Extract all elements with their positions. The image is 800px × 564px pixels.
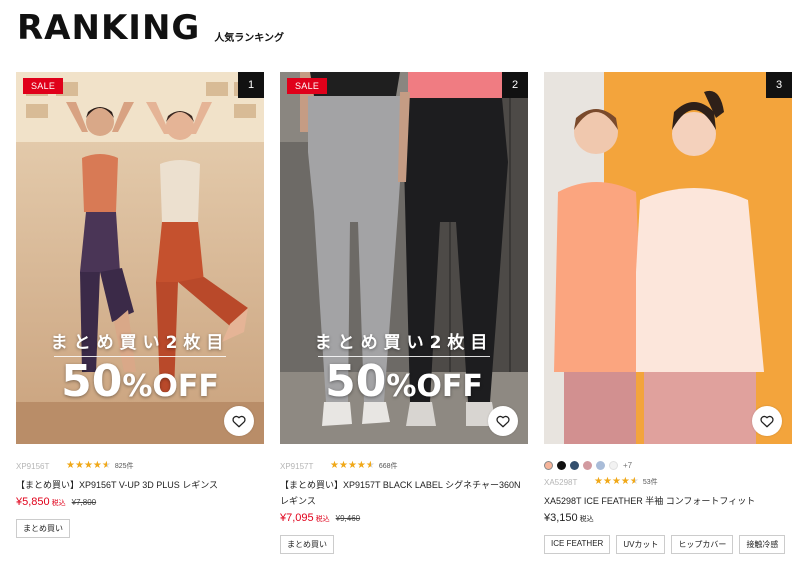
review-count: 668件 <box>378 463 398 470</box>
product-meta: XP9157T ★ ★ ★ ★ ★ 668件 <box>280 460 528 472</box>
product-code: XA5298T <box>544 477 578 487</box>
star-icon: ★ <box>347 460 357 471</box>
sale-price: ¥7,095 <box>280 512 314 524</box>
tag-item[interactable]: 接触冷感 <box>739 535 786 554</box>
color-swatch[interactable] <box>557 460 566 470</box>
promo-line: まとめ買い2枚目 <box>50 333 230 353</box>
product-meta: XP9156T ★ ★ ★ ★ ★ 825件 <box>16 460 264 472</box>
promo-overlay: まとめ買い2枚目 50%OFF <box>16 328 264 412</box>
star-icon: ★ <box>620 476 630 487</box>
promo-discount: 50%OFF <box>280 360 528 412</box>
tag-list: まとめ買い <box>16 519 264 538</box>
promo-off: OFF <box>416 369 483 404</box>
rank-badge: 3 <box>766 72 792 98</box>
promo-off: OFF <box>152 369 219 404</box>
color-swatch[interactable] <box>583 460 592 470</box>
color-swatch[interactable] <box>544 460 553 470</box>
product-name[interactable]: 【まとめ買い】XP9156T V-UP 3D PLUS レギンス <box>16 477 264 493</box>
price-row: ¥5,850 税込 ¥7,800 <box>16 496 264 508</box>
sale-badge: SALE <box>23 78 64 94</box>
rating-stars: ★ ★ ★ ★ ★ <box>66 461 111 471</box>
product-code: XP9156T <box>16 461 50 471</box>
rank-badge: 1 <box>238 72 264 98</box>
star-icon: ★ <box>330 460 339 471</box>
wishlist-button[interactable] <box>488 406 518 436</box>
star-half-icon: ★ <box>629 476 639 487</box>
review-count: 53件 <box>642 479 658 486</box>
tag-item[interactable]: ヒップカバー <box>671 535 734 554</box>
heart-outline-icon <box>496 415 510 427</box>
product-image-1[interactable]: SALE 1 まとめ買い2枚目 50%OFF <box>16 72 264 444</box>
product-name[interactable]: XA5298T ICE FEATHER 半袖 コンフォートフィット <box>544 493 792 509</box>
tag-item[interactable]: UVカット <box>616 535 666 554</box>
original-price: ¥9,460 <box>335 514 361 523</box>
more-colors[interactable]: +7 <box>623 461 632 470</box>
star-icon: ★ <box>594 476 603 487</box>
product-code: XP9157T <box>280 461 314 471</box>
star-icon: ★ <box>66 460 75 471</box>
promo-overlay: まとめ買い2枚目 50%OFF <box>280 328 528 412</box>
tag-item[interactable]: まとめ買い <box>280 535 334 554</box>
star-half-icon: ★ <box>365 460 375 471</box>
color-swatch[interactable] <box>570 460 579 470</box>
price-row: ¥3,150 税込 <box>544 512 792 524</box>
price-row: ¥7,095 税込 ¥9,460 <box>280 512 528 524</box>
product-card-3[interactable]: 3 +7 XA5298T ★ ★ ★ ★ ★ 53件 XA5298T ICE FEATH… <box>544 72 792 554</box>
star-icon: ★ <box>83 460 93 471</box>
tax-label: 税込 <box>579 516 594 523</box>
color-swatch[interactable] <box>609 460 618 470</box>
color-swatch[interactable] <box>596 460 605 470</box>
star-icon: ★ <box>74 460 84 471</box>
ranking-header: RANKING 人気ランキング <box>17 8 284 48</box>
promo-line: まとめ買い2枚目 <box>314 333 494 353</box>
product-image-3[interactable]: 3 <box>544 72 792 444</box>
wishlist-button[interactable] <box>224 406 254 436</box>
price: ¥3,150 <box>544 512 578 524</box>
promo-percent: 50 <box>325 356 387 407</box>
tag-item[interactable]: ICE FEATHER <box>544 535 611 554</box>
tag-list: まとめ買い <box>280 535 528 554</box>
star-half-icon: ★ <box>101 460 111 471</box>
page-title: RANKING <box>17 8 201 48</box>
product-image-2[interactable]: SALE 2 まとめ買い2枚目 50%OFF <box>280 72 528 444</box>
star-icon: ★ <box>356 460 366 471</box>
promo-pct-sign: % <box>386 369 417 404</box>
heart-outline-icon <box>760 415 774 427</box>
tax-label: 税込 <box>315 516 330 523</box>
page-subtitle: 人気ランキング <box>214 33 285 44</box>
promo-pct-sign: % <box>122 369 153 404</box>
sale-price: ¥5,850 <box>16 496 50 508</box>
sale-badge: SALE <box>287 78 328 94</box>
star-icon: ★ <box>338 460 348 471</box>
product-card-2[interactable]: SALE 2 まとめ買い2枚目 50%OFF XP9157T ★ ★ ★ ★ ★ 668… <box>280 72 528 554</box>
heart-outline-icon <box>232 415 246 427</box>
color-swatches: +7 <box>544 460 792 470</box>
product-name[interactable]: 【まとめ買い】XP9157T BLACK LABEL シグネチャー360N レギ… <box>280 477 528 509</box>
tag-list: ICE FEATHER UVカット ヒップカバー 接触冷感 <box>544 535 792 554</box>
product-meta: XA5298T ★ ★ ★ ★ ★ 53件 <box>544 476 792 488</box>
star-icon: ★ <box>92 460 102 471</box>
review-count: 825件 <box>114 463 134 470</box>
wishlist-button[interactable] <box>752 406 782 436</box>
tag-item[interactable]: まとめ買い <box>16 519 70 538</box>
original-price: ¥7,800 <box>71 498 97 507</box>
rank-badge: 2 <box>502 72 528 98</box>
promo-discount: 50%OFF <box>16 360 264 412</box>
product-photo-3 <box>544 72 792 444</box>
rating-stars: ★ ★ ★ ★ ★ <box>330 461 375 471</box>
tax-label: 税込 <box>51 500 66 507</box>
star-icon: ★ <box>602 476 612 487</box>
promo-percent: 50 <box>61 356 123 407</box>
product-card-1[interactable]: SALE 1 まとめ買い2枚目 50%OFF XP9156T ★ ★ ★ ★ ★ 825… <box>16 72 264 538</box>
star-icon: ★ <box>611 476 621 487</box>
rating-stars: ★ ★ ★ ★ ★ <box>594 477 639 487</box>
